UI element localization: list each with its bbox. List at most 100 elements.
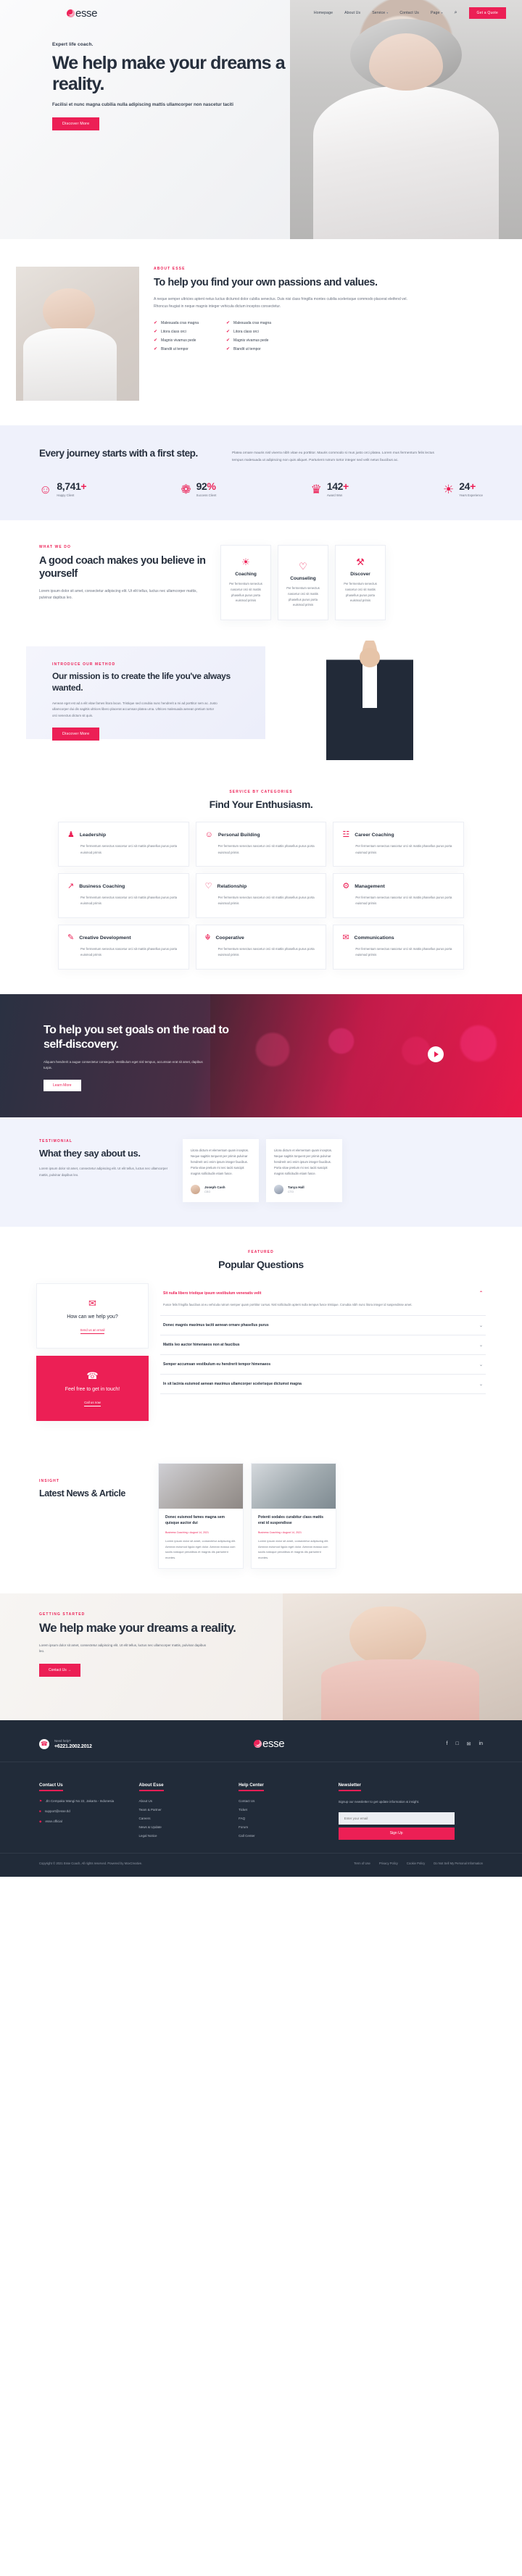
- service-card-management[interactable]: ⚙ Management Per fermentum senectus nasce…: [333, 873, 464, 918]
- service-text: Per fermentum senectus nascetur orci sit…: [80, 946, 178, 957]
- call-now-link[interactable]: Call us now: [84, 1401, 101, 1407]
- about-check-column-left: ✔ Malesuada cras magna ✔ Litora class orci…: [154, 321, 199, 351]
- faq-body: ✉ How can we help you? Send us an email …: [36, 1283, 486, 1422]
- stats-header: Every journey starts with a first step. …: [0, 447, 522, 464]
- card-discover[interactable]: ⚒ Discover Per fermentum senectus nascet…: [335, 545, 386, 621]
- mission-panel: INTRODUCE OUR METHOD Our mission is to c…: [26, 646, 265, 741]
- footer-link-ticket[interactable]: Ticket: [239, 1808, 339, 1812]
- faq-question[interactable]: Semper accumsan vestibulum eu hendrerit …: [163, 1362, 483, 1367]
- site-logo[interactable]: esse: [67, 7, 97, 20]
- main-navigation: esse Homepage About Us Service ▾ Contact …: [0, 0, 522, 20]
- service-card-cooperative[interactable]: ☬ Cooperative Per fermentum senectus nasc…: [195, 924, 327, 970]
- footer-link-careers[interactable]: Careers: [139, 1817, 239, 1820]
- footer-website[interactable]: ◆ esse.official: [39, 1820, 139, 1825]
- service-title: Relationship: [217, 884, 247, 889]
- instagram-icon[interactable]: □: [455, 1741, 458, 1747]
- news-card[interactable]: Donec euismod fames magna sem quisque au…: [158, 1463, 244, 1570]
- footer-link-news-update[interactable]: News & Update: [139, 1825, 239, 1829]
- footer-phone[interactable]: +6221.2002.2012: [54, 1744, 92, 1749]
- list-item: ✔ Litora class orci: [154, 329, 186, 334]
- get-a-quote-button[interactable]: Get a Quote: [468, 7, 506, 19]
- footer-link-call-center[interactable]: Call Center: [239, 1834, 339, 1838]
- news-card-meta: Business Coaching • August 14, 2021: [258, 1530, 302, 1534]
- nav-item-service[interactable]: Service ▾: [372, 11, 388, 15]
- card-coaching[interactable]: ☀ Coaching Per fermentum senectus nascet…: [220, 545, 271, 621]
- footer-link-contact-us[interactable]: Contact Us: [239, 1799, 339, 1803]
- linkedin-icon[interactable]: in: [479, 1741, 483, 1747]
- footer-logo[interactable]: esse: [254, 1738, 285, 1750]
- footer-link-about-us[interactable]: About Us: [139, 1799, 239, 1803]
- service-card-leadership[interactable]: ♟ Leadership Per fermentum senectus nasce…: [58, 822, 189, 867]
- stat-value: 92%: [196, 480, 216, 493]
- stat-years-experience: ☀ 24+ Years Experience: [443, 481, 483, 497]
- mission-discover-more-button[interactable]: Discover More: [52, 727, 100, 741]
- service-title: Leadership: [79, 833, 107, 838]
- footer-link-legal-notice[interactable]: Legal Notice: [139, 1834, 239, 1838]
- footer-email[interactable]: ■ support@esse.tld: [39, 1809, 139, 1814]
- facebook-icon[interactable]: f: [446, 1741, 447, 1747]
- nav-item-about-us[interactable]: About Us: [344, 11, 360, 15]
- cta-label: GETTING STARTED: [39, 1612, 86, 1617]
- legal-link-cookie-policy[interactable]: Cookie Policy: [407, 1862, 425, 1865]
- testimonial-card: Litora dictum et elementum quam inceptos…: [266, 1138, 342, 1203]
- legal-link-privacy-policy[interactable]: Privacy Policy: [379, 1862, 398, 1865]
- footer-heading: Newsletter: [338, 1783, 361, 1792]
- testimonial-paragraph: Lorem ipsum dolor sit amet, consectetur …: [39, 1167, 168, 1177]
- service-card-career-coaching[interactable]: ☳ Career Coaching Per fermentum senectus …: [333, 822, 464, 867]
- service-card-business-coaching[interactable]: ↗ Business Coaching Per fermentum senectu…: [58, 873, 189, 918]
- service-card-personal-building[interactable]: ☺ Personal Building Per fermentum senectu…: [195, 822, 327, 867]
- faq-question[interactable]: In sit lacinia euismod aenean maximus ul…: [163, 1382, 483, 1387]
- newsletter-text: Signup our newsletter to get update info…: [338, 1800, 420, 1804]
- footer-columns: Contact Us ⚑ Jln Cempaka Wangi No 22, Jak…: [0, 1762, 522, 1852]
- stat-label: Years Experience: [459, 493, 483, 498]
- send-email-link[interactable]: Send us an email: [80, 1328, 105, 1335]
- what-we-do-label: WHAT WE DO: [39, 545, 71, 550]
- play-icon[interactable]: [428, 1046, 444, 1062]
- faq-question[interactable]: Mattis leo auctor himenaeos non at fauci…: [163, 1343, 483, 1348]
- service-card-relationship[interactable]: ♡ Relationship Per fermentum senectus nas…: [195, 873, 327, 918]
- hero-photo: [290, 0, 522, 239]
- news-card[interactable]: Potenti sodales curabitur class mattis e…: [251, 1463, 336, 1570]
- service-title: Communications: [354, 935, 394, 941]
- legal-link-term-of-use[interactable]: Term of Use: [354, 1862, 370, 1865]
- footer-link-faq[interactable]: FAQ: [239, 1817, 339, 1820]
- hero-eyebrow: Expert life coach.: [52, 42, 94, 47]
- idea-icon: ☀: [443, 482, 455, 496]
- footer-link-team-partner[interactable]: Team & Partner: [139, 1808, 239, 1812]
- hero-discover-more-button[interactable]: Discover More: [52, 117, 100, 130]
- faq-contact-title: Feel free to get in touch!: [65, 1387, 120, 1393]
- faq-section: FEATURED Popular Questions ✉ How can we …: [0, 1227, 522, 1446]
- chevron-down-icon: ⌄: [478, 1362, 483, 1367]
- twitter-icon[interactable]: ✉: [467, 1741, 471, 1747]
- stat-value: 24+: [459, 480, 476, 493]
- nav-item-contact-us[interactable]: Contact Us: [399, 11, 419, 15]
- check-icon: ✔: [154, 338, 158, 343]
- newsletter-signup-button[interactable]: Sign Up: [338, 1827, 455, 1840]
- balloon-icon: ♡: [299, 561, 307, 572]
- testimonial-text: TESTIMONIAL What they say about us. Lore…: [39, 1139, 170, 1203]
- check-icon: ✔: [154, 329, 158, 334]
- faq-question[interactable]: Sit nulla libero tristique ipsum vestibu…: [163, 1291, 483, 1296]
- contact-us-button[interactable]: Contact Us →: [39, 1664, 81, 1677]
- footer-column-newsletter: Newsletter Signup our newsletter to get …: [338, 1777, 483, 1840]
- service-card-communications[interactable]: ✉ Communications Per fermentum senectus n…: [333, 924, 464, 970]
- news-card-text: Lorem ipsum dolor sit amet, consectetur …: [165, 1538, 236, 1559]
- card-text: Per fermentum senectus nascetur orci sit…: [344, 582, 377, 603]
- video-learn-more-button[interactable]: Learn More: [44, 1079, 81, 1091]
- service-title: Management: [355, 884, 385, 889]
- newsletter-email-input[interactable]: [338, 1812, 455, 1825]
- hero-title: We help make your dreams a reality.: [52, 53, 286, 94]
- legal-link-do-not-sell[interactable]: Do Not Sell My Personal Information: [434, 1862, 483, 1865]
- nav-item-homepage[interactable]: Homepage: [314, 11, 333, 15]
- news-card-title: Donec euismod fames magna sem quisque au…: [165, 1515, 225, 1526]
- mission-paragraph: Aenean eget est ad a elit vitae fames li…: [52, 701, 218, 718]
- service-card-creative-development[interactable]: ✎ Creative Development Per fermentum sene…: [58, 924, 189, 970]
- faq-question[interactable]: Donec magnis maximus taciti aenean ornar…: [163, 1323, 483, 1328]
- laurel-icon: ❁: [181, 482, 191, 496]
- footer-link-forum[interactable]: Forum: [239, 1825, 339, 1829]
- footer-legal-links: Term of Use Privacy Policy Cookie Policy…: [354, 1862, 483, 1865]
- testimonial-card: Litora dictum et elementum quam inceptos…: [183, 1138, 259, 1203]
- card-counseling[interactable]: ♡ Counseling Per fermentum senectus nasc…: [278, 545, 328, 621]
- search-icon[interactable]: ⌕: [455, 10, 457, 16]
- nav-item-page[interactable]: Page ▾: [431, 11, 443, 15]
